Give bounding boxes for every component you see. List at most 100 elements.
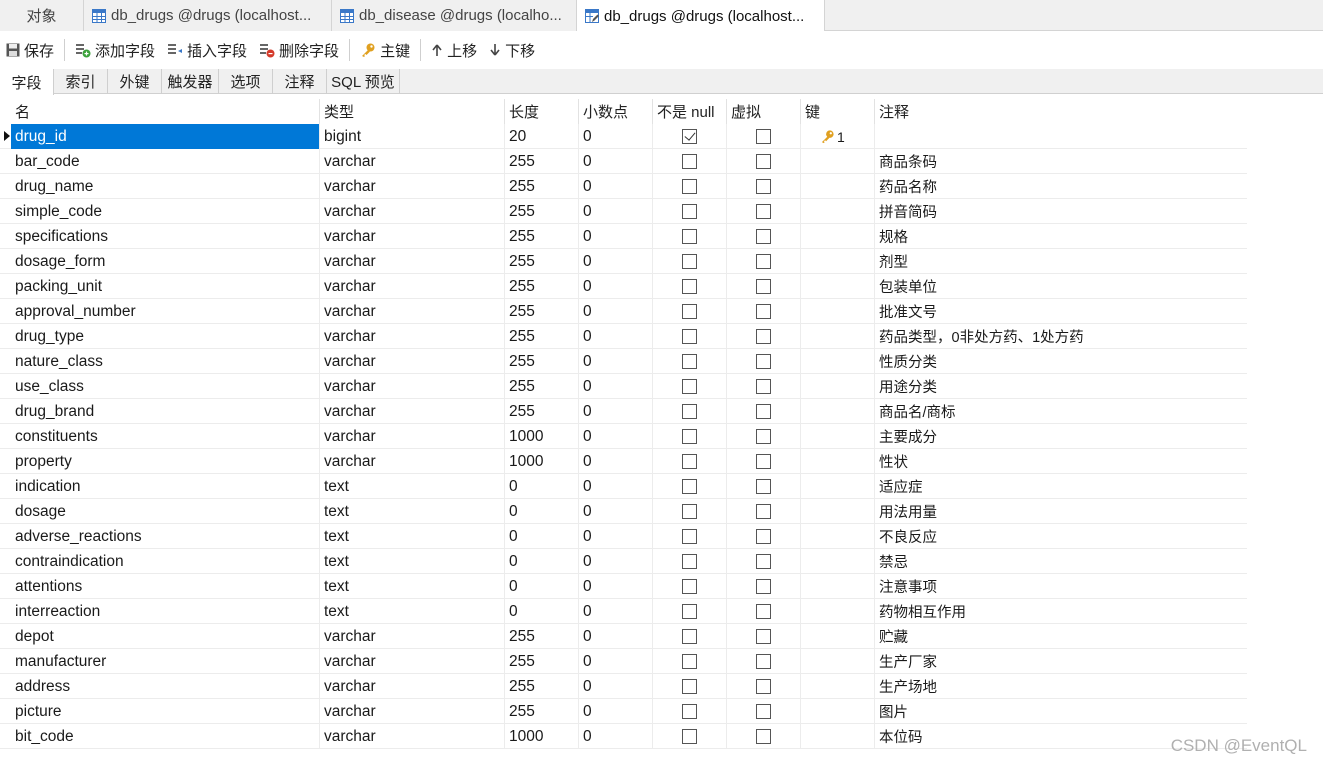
not-null-checkbox[interactable]	[682, 579, 697, 594]
cell-comment[interactable]: 批准文号	[875, 299, 1247, 324]
table-row[interactable]: drug_type varchar 255 0 药品类型，0非处方药、1处方药	[0, 324, 1247, 349]
table-row[interactable]: property varchar 1000 0 性状	[0, 449, 1247, 474]
cell-name[interactable]: dosage_form	[11, 249, 320, 274]
tab-objects[interactable]: 对象	[0, 0, 84, 31]
not-null-checkbox[interactable]	[682, 504, 697, 519]
column-header-not-null[interactable]: 不是 null	[653, 99, 727, 124]
cell-name[interactable]: depot	[11, 624, 320, 649]
cell-length[interactable]: 1000	[505, 449, 579, 474]
cell-key[interactable]	[801, 624, 875, 649]
virtual-checkbox[interactable]	[756, 529, 771, 544]
cell-length[interactable]: 0	[505, 474, 579, 499]
virtual-checkbox[interactable]	[756, 629, 771, 644]
cell-key[interactable]	[801, 274, 875, 299]
cell-comment[interactable]: 拼音简码	[875, 199, 1247, 224]
table-row[interactable]: bar_code varchar 255 0 商品条码	[0, 149, 1247, 174]
virtual-checkbox[interactable]	[756, 704, 771, 719]
cell-decimals[interactable]: 0	[579, 124, 653, 149]
cell-comment[interactable]: 性状	[875, 449, 1247, 474]
delete-field-button[interactable]: 删除字段	[253, 36, 345, 64]
table-row[interactable]: drug_name varchar 255 0 药品名称	[0, 174, 1247, 199]
cell-key[interactable]	[801, 649, 875, 674]
cell-comment[interactable]: 注意事项	[875, 574, 1247, 599]
table-row[interactable]: bit_code varchar 1000 0 本位码	[0, 724, 1247, 749]
cell-decimals[interactable]: 0	[579, 274, 653, 299]
column-header-length[interactable]: 长度	[505, 99, 579, 124]
table-row[interactable]: nature_class varchar 255 0 性质分类	[0, 349, 1247, 374]
cell-decimals[interactable]: 0	[579, 624, 653, 649]
cell-comment[interactable]: 用途分类	[875, 374, 1247, 399]
cell-length[interactable]: 0	[505, 524, 579, 549]
cell-key[interactable]	[801, 474, 875, 499]
cell-comment[interactable]: 生产厂家	[875, 649, 1247, 674]
not-null-checkbox[interactable]	[682, 529, 697, 544]
cell-decimals[interactable]: 0	[579, 599, 653, 624]
table-row[interactable]: indication text 0 0 适应症	[0, 474, 1247, 499]
cell-type[interactable]: varchar	[320, 699, 505, 724]
table-row[interactable]: adverse_reactions text 0 0 不良反应	[0, 524, 1247, 549]
table-row[interactable]: approval_number varchar 255 0 批准文号	[0, 299, 1247, 324]
not-null-checkbox[interactable]	[682, 454, 697, 469]
cell-comment[interactable]: 生产场地	[875, 674, 1247, 699]
cell-key[interactable]	[801, 324, 875, 349]
cell-name[interactable]: picture	[11, 699, 320, 724]
cell-type[interactable]: text	[320, 474, 505, 499]
cell-comment[interactable]: 包装单位	[875, 274, 1247, 299]
cell-name[interactable]: simple_code	[11, 199, 320, 224]
cell-name[interactable]: drug_type	[11, 324, 320, 349]
cell-key[interactable]	[801, 249, 875, 274]
cell-type[interactable]: varchar	[320, 149, 505, 174]
insert-field-button[interactable]: 插入字段	[161, 36, 253, 64]
not-null-checkbox[interactable]	[682, 629, 697, 644]
cell-type[interactable]: varchar	[320, 349, 505, 374]
not-null-checkbox[interactable]	[682, 604, 697, 619]
cell-decimals[interactable]: 0	[579, 149, 653, 174]
column-header-virtual[interactable]: 虚拟	[727, 99, 801, 124]
cell-key[interactable]: 1	[801, 124, 875, 149]
cell-type[interactable]: varchar	[320, 649, 505, 674]
cell-type[interactable]: varchar	[320, 224, 505, 249]
cell-decimals[interactable]: 0	[579, 224, 653, 249]
not-null-checkbox[interactable]	[682, 179, 697, 194]
primary-key-button[interactable]: 主键	[354, 36, 416, 64]
cell-length[interactable]: 255	[505, 224, 579, 249]
not-null-checkbox[interactable]	[682, 354, 697, 369]
table-row[interactable]: contraindication text 0 0 禁忌	[0, 549, 1247, 574]
cell-comment[interactable]: 药品类型，0非处方药、1处方药	[875, 324, 1247, 349]
cell-type[interactable]: varchar	[320, 374, 505, 399]
cell-comment[interactable]: 规格	[875, 224, 1247, 249]
cell-length[interactable]: 255	[505, 149, 579, 174]
cell-name[interactable]: nature_class	[11, 349, 320, 374]
cell-name[interactable]: drug_name	[11, 174, 320, 199]
move-up-button[interactable]: 上移	[425, 36, 483, 64]
table-row[interactable]: constituents varchar 1000 0 主要成分	[0, 424, 1247, 449]
cell-comment[interactable]: 药品名称	[875, 174, 1247, 199]
virtual-checkbox[interactable]	[756, 179, 771, 194]
not-null-checkbox[interactable]	[682, 679, 697, 694]
virtual-checkbox[interactable]	[756, 654, 771, 669]
cell-comment[interactable]: 贮藏	[875, 624, 1247, 649]
cell-decimals[interactable]: 0	[579, 299, 653, 324]
cell-key[interactable]	[801, 599, 875, 624]
cell-comment[interactable]: 性质分类	[875, 349, 1247, 374]
cell-type[interactable]: bigint	[320, 124, 505, 149]
column-header-type[interactable]: 类型	[320, 99, 505, 124]
cell-decimals[interactable]: 0	[579, 649, 653, 674]
virtual-checkbox[interactable]	[756, 554, 771, 569]
cell-decimals[interactable]: 0	[579, 349, 653, 374]
table-row[interactable]: drug_brand varchar 255 0 商品名/商标	[0, 399, 1247, 424]
virtual-checkbox[interactable]	[756, 454, 771, 469]
cell-key[interactable]	[801, 149, 875, 174]
save-button[interactable]: 保存	[0, 36, 60, 64]
cell-type[interactable]: varchar	[320, 424, 505, 449]
table-row[interactable]: manufacturer varchar 255 0 生产厂家	[0, 649, 1247, 674]
cell-length[interactable]: 0	[505, 599, 579, 624]
cell-type[interactable]: varchar	[320, 274, 505, 299]
cell-key[interactable]	[801, 699, 875, 724]
cell-length[interactable]: 255	[505, 299, 579, 324]
tab-indexes[interactable]: 索引	[54, 69, 108, 94]
cell-name[interactable]: adverse_reactions	[11, 524, 320, 549]
cell-comment[interactable]: 药物相互作用	[875, 599, 1247, 624]
tab-fields[interactable]: 字段	[0, 69, 54, 95]
column-header-key[interactable]: 键	[801, 99, 875, 124]
